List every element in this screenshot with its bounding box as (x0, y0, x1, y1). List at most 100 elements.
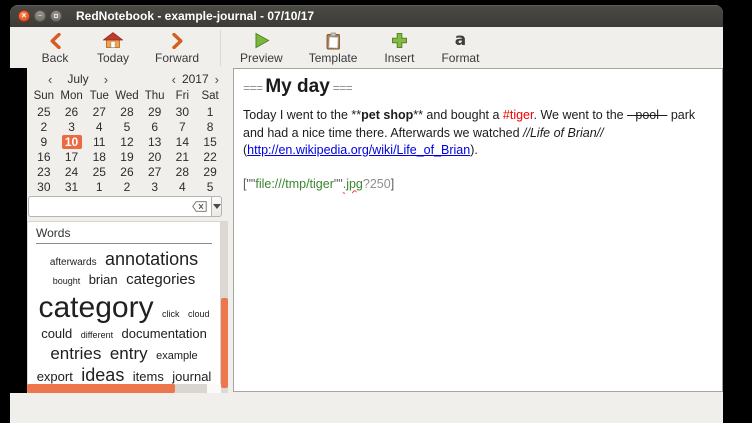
word-cloud-item[interactable]: brian (89, 272, 118, 287)
calendar-day[interactable]: 4 (89, 120, 109, 134)
prev-month-button[interactable]: ‹ (46, 73, 54, 86)
word-cloud-item[interactable]: annotations (105, 249, 198, 269)
calendar-day[interactable]: 19 (117, 150, 137, 164)
wikipedia-link[interactable]: http://en.wikipedia.org/wiki/Life_of_Bri… (247, 143, 470, 157)
search-bar (28, 196, 222, 217)
calendar-day[interactable]: 29 (145, 105, 165, 119)
calendar-day[interactable]: 14 (172, 135, 192, 149)
calendar-day[interactable]: 30 (34, 180, 54, 194)
preview-button[interactable]: Preview (233, 30, 290, 66)
calendar-day[interactable]: 23 (34, 165, 54, 179)
vertical-scrollbar-thumb[interactable] (221, 298, 228, 388)
calendar-day[interactable]: 9 (34, 135, 54, 149)
calendar-day[interactable]: 21 (172, 150, 192, 164)
word-cloud: afterwards annotations bought brian cate… (28, 249, 220, 393)
calendar-day[interactable]: 8 (200, 120, 220, 134)
calendar-day[interactable]: 3 (62, 120, 82, 134)
calendar-month-label: July (67, 72, 88, 86)
calendar-day[interactable]: 28 (172, 165, 192, 179)
word-cloud-item[interactable]: different (81, 330, 113, 340)
calendar-day[interactable]: 12 (117, 135, 137, 149)
calendar-day-name: Fri (169, 89, 197, 104)
horizontal-scrollbar[interactable] (27, 384, 221, 393)
word-cloud-item[interactable]: afterwards (50, 257, 97, 268)
titlebar: × − RedNotebook - example-journal - 07/1… (10, 5, 723, 27)
calendar-day-name: Sun (30, 89, 58, 104)
calendar-day[interactable]: 7 (172, 120, 192, 134)
forward-button[interactable]: Forward (148, 30, 206, 66)
horizontal-scrollbar-thumb[interactable] (27, 384, 175, 393)
calendar-day[interactable]: 30 (172, 105, 192, 119)
word-cloud-item[interactable]: click (162, 309, 180, 319)
calendar-day[interactable]: 26 (62, 105, 82, 119)
plain-text: ). (470, 143, 478, 157)
word-cloud-item[interactable]: entry (110, 344, 148, 363)
format-button[interactable]: a Format (434, 30, 486, 66)
word-cloud-item[interactable]: export (37, 369, 73, 384)
word-cloud-item[interactable]: cloud (188, 309, 210, 319)
next-year-button[interactable]: › (213, 73, 221, 86)
calendar-day[interactable]: 28 (117, 105, 137, 119)
vertical-scrollbar[interactable] (221, 221, 228, 393)
word-cloud-item[interactable]: journal (172, 369, 211, 384)
calendar-day[interactable]: 1 (200, 105, 220, 119)
minimize-button[interactable]: − (34, 10, 46, 22)
word-cloud-item[interactable]: items (133, 369, 164, 384)
prev-year-button[interactable]: ‹ (170, 73, 178, 86)
image-syntax: ] (391, 177, 394, 191)
today-button[interactable]: Today (90, 30, 136, 66)
calendar-day[interactable]: 5 (200, 180, 220, 194)
word-cloud-item[interactable]: entries (50, 344, 101, 363)
calendar-day[interactable]: 16 (34, 150, 54, 164)
entry-title: My day (265, 76, 329, 97)
calendar-day[interactable]: 17 (62, 150, 82, 164)
calendar-day[interactable]: 11 (89, 135, 109, 149)
close-button[interactable]: × (18, 10, 30, 22)
search-input[interactable] (33, 199, 192, 215)
word-cloud-item[interactable]: category (39, 291, 154, 324)
calendar-day[interactable]: 25 (34, 105, 54, 119)
calendar-day[interactable]: 27 (145, 165, 165, 179)
left-gutter (10, 68, 27, 393)
insert-button[interactable]: Insert (376, 30, 422, 66)
word-cloud-item[interactable]: documentation (122, 326, 207, 341)
calendar-day[interactable]: 24 (62, 165, 82, 179)
plus-icon (391, 31, 408, 50)
word-cloud-item[interactable]: could (41, 326, 72, 341)
back-icon (49, 31, 62, 50)
calendar-day[interactable]: 15 (200, 135, 220, 149)
strikethrough-text: --pool-- (627, 108, 667, 122)
calendar-day[interactable]: 13 (145, 135, 165, 149)
word-cloud-item[interactable]: bought (53, 276, 81, 286)
calendar-day[interactable]: 22 (200, 150, 220, 164)
calendar-day[interactable]: 5 (117, 120, 137, 134)
back-button[interactable]: Back (32, 30, 78, 66)
calendar-day[interactable]: 2 (117, 180, 137, 194)
clear-search-icon[interactable] (192, 201, 207, 212)
template-button[interactable]: Template (302, 30, 365, 66)
next-month-button[interactable]: › (102, 73, 110, 86)
word-cloud-item[interactable]: ideas (81, 365, 124, 385)
words-panel: Words afterwards annotations bought bria… (27, 221, 221, 393)
word-cloud-item[interactable]: example (156, 350, 198, 362)
maximize-button[interactable] (50, 10, 62, 22)
play-icon (253, 31, 270, 50)
calendar-day[interactable]: 3 (145, 180, 165, 194)
calendar-day[interactable]: 25 (89, 165, 109, 179)
calendar-day[interactable]: 1 (89, 180, 109, 194)
search-dropdown-button[interactable] (211, 196, 222, 217)
calendar-day[interactable]: 4 (172, 180, 192, 194)
calendar-day[interactable]: 26 (117, 165, 137, 179)
editor-textarea[interactable]: === My day === Today I went to the **pet… (233, 68, 723, 392)
calendar-day[interactable]: 18 (89, 150, 109, 164)
calendar-day[interactable]: 6 (145, 120, 165, 134)
word-cloud-item[interactable]: categories (126, 271, 195, 288)
calendar: ‹ July › ‹ 2017 › SunMonTueWedThuFriSat … (27, 68, 228, 194)
calendar-day[interactable]: 2 (34, 120, 54, 134)
calendar-day[interactable]: 29 (200, 165, 220, 179)
calendar-day[interactable]: 10 (62, 135, 82, 149)
calendar-day[interactable]: 20 (145, 150, 165, 164)
window-body: ‹ July › ‹ 2017 › SunMonTueWedThuFriSat … (10, 68, 723, 423)
calendar-day[interactable]: 27 (89, 105, 109, 119)
calendar-day[interactable]: 31 (62, 180, 82, 194)
